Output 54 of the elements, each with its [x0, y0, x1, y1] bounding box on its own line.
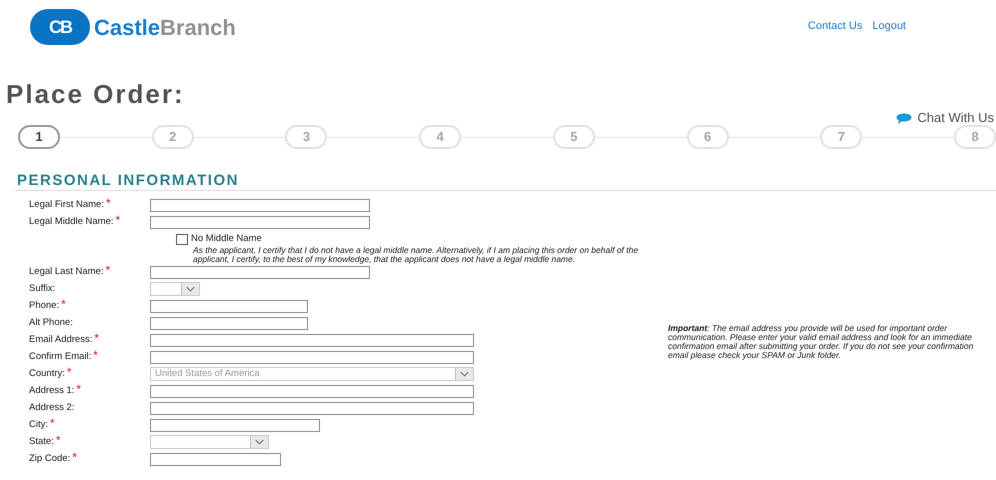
- required-asterisk: *: [105, 265, 110, 276]
- chevron-down-icon: [181, 283, 199, 296]
- text-field[interactable]: [150, 452, 281, 466]
- field-label: Confirm Email:: [29, 350, 92, 364]
- section-heading: PERSONAL INFORMATION: [17, 173, 240, 189]
- chevron-down-icon: [250, 436, 268, 448]
- text-field[interactable]: [150, 216, 370, 228]
- required-asterisk: *: [93, 350, 98, 360]
- required-asterisk: *: [94, 333, 100, 344]
- text-field[interactable]: [150, 402, 474, 415]
- dropdown-field[interactable]: [150, 435, 269, 450]
- brand-name: CastleBranch: [94, 14, 236, 42]
- text-field[interactable]: [150, 316, 308, 330]
- text-field[interactable]: [150, 266, 370, 279]
- chat-bubble-icon: [896, 112, 912, 124]
- field-label: Address 1:: [29, 384, 74, 398]
- dropdown-field[interactable]: [150, 282, 200, 296]
- text-field[interactable]: [150, 350, 474, 364]
- text-field[interactable]: [150, 198, 370, 212]
- required-asterisk: *: [76, 384, 82, 394]
- field-label: Zip Code:: [29, 452, 70, 466]
- text-field[interactable]: [150, 384, 474, 398]
- field-label: City:: [29, 418, 48, 432]
- field-label: Alt Phone:: [29, 316, 73, 330]
- header-link[interactable]: Contact Us: [808, 18, 862, 34]
- required-asterisk: *: [116, 214, 120, 225]
- field-label: Email Address:: [29, 333, 92, 348]
- page-title: Place Order:: [6, 79, 186, 109]
- field-label: Legal Middle Name:: [29, 214, 114, 229]
- required-asterisk: *: [61, 299, 66, 310]
- text-field[interactable]: [150, 300, 308, 313]
- header-link[interactable]: Logout: [872, 18, 906, 34]
- text-field[interactable]: [150, 334, 474, 347]
- required-asterisk: *: [56, 435, 60, 446]
- field-label: Legal Last Name:: [29, 265, 104, 280]
- field-label: Country:: [29, 367, 65, 382]
- field-label: Address 2:: [29, 401, 74, 416]
- required-asterisk: *: [66, 367, 72, 378]
- email-notice: Important: The email address you provide will be used for important order communication. Please enter your valid email address and look for an immediate confirmation email after submitting your order. If you do not see your confirmation email please check your SPAM or Junk folder.: [668, 324, 974, 362]
- chat-link[interactable]: Chat With Us: [917, 108, 994, 128]
- required-asterisk: *: [50, 418, 55, 428]
- field-label: Phone:: [29, 299, 60, 314]
- checkbox[interactable]: [176, 234, 188, 245]
- required-asterisk: *: [72, 452, 77, 462]
- field-label: Legal First Name:: [29, 198, 104, 212]
- checkbox-label: No Middle Name: [191, 232, 262, 246]
- dropdown-field[interactable]: United States of America: [150, 367, 474, 382]
- field-label: Suffix:: [29, 282, 56, 296]
- field-label: State:: [29, 435, 54, 450]
- logo-mark: CB: [30, 9, 90, 45]
- certification-note: As the applicant, I certify that I do not have a legal middle name. Alternatively, if I am placing this order on behalf of the applicant, I certify, to the best of my knowledge, that the applicant does not have a legal middle name.: [193, 246, 640, 264]
- text-field[interactable]: [150, 418, 320, 432]
- required-asterisk: *: [106, 198, 111, 208]
- chevron-down-icon: [455, 368, 473, 380]
